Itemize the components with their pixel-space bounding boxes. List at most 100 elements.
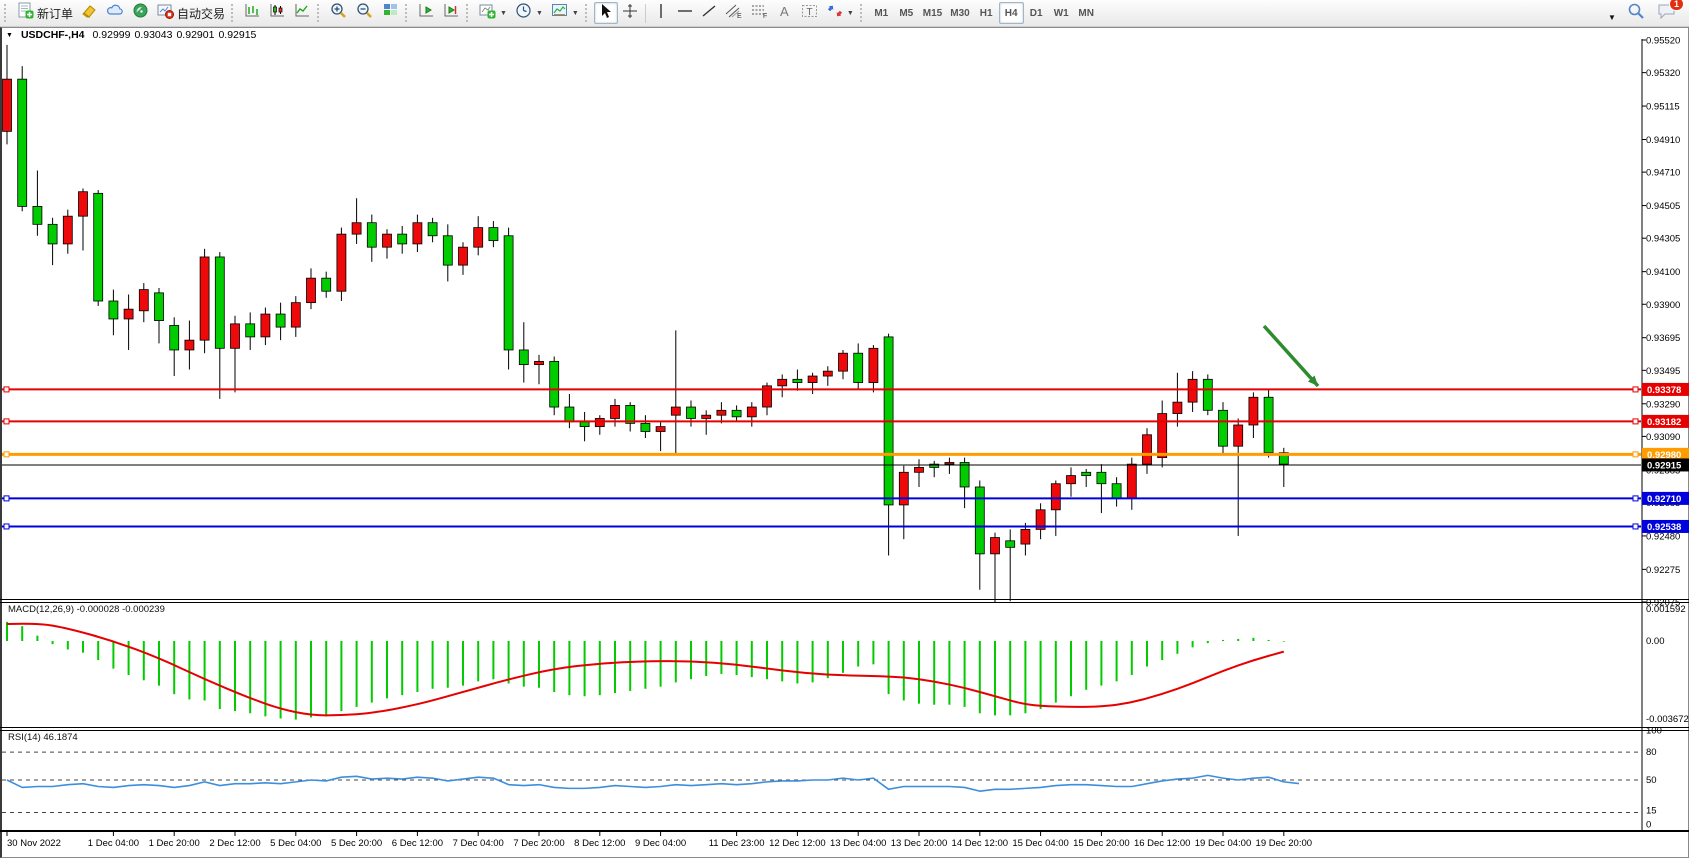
candle-body <box>732 410 741 417</box>
candle-body <box>1173 402 1182 413</box>
candle-body <box>1158 414 1167 458</box>
candle-body <box>915 467 924 472</box>
price-badge-label: 0.92710 <box>1647 494 1681 505</box>
time-tick-label: 13 Dec 04:00 <box>830 838 887 849</box>
time-tick-label: 1 Dec 04:00 <box>88 838 139 849</box>
candle-body <box>991 538 1000 554</box>
time-tick-label: 9 Dec 04:00 <box>635 838 686 849</box>
chart-canvas: 10080501500.0015920.00-0.0036720.955200.… <box>0 0 1689 858</box>
time-tick-label: 15 Dec 20:00 <box>1073 838 1130 849</box>
candle-body <box>519 350 528 365</box>
candle-body <box>960 463 969 487</box>
candle-body <box>413 223 422 244</box>
candle-body <box>1112 484 1121 499</box>
candle-body <box>291 303 300 327</box>
line-handle[interactable] <box>4 496 9 501</box>
candle-body <box>793 379 802 382</box>
candle-body <box>398 234 407 244</box>
time-tick-label: 12 Dec 12:00 <box>769 838 826 849</box>
line-handle[interactable] <box>1633 524 1638 529</box>
application-window: 新订单 自动交易 <box>0 0 1689 858</box>
rsi-indicator-label: RSI(14) 46.1874 <box>8 732 78 743</box>
candle-body <box>580 422 589 427</box>
macd-axis-label: -0.003672 <box>1646 714 1689 725</box>
candle-body <box>702 415 711 418</box>
price-tick-label: 0.93695 <box>1646 333 1680 344</box>
chart-title: ▼ USDCHF-,H4 0.92999 0.93043 0.92901 0.9… <box>6 29 256 41</box>
candle-body <box>474 228 483 248</box>
time-tick-label: 8 Dec 12:00 <box>574 838 625 849</box>
level-lines: 0.933780.931820.929800.929150.927100.925… <box>2 383 1689 533</box>
line-handle[interactable] <box>1633 387 1638 392</box>
price-tick-label: 0.92275 <box>1646 565 1680 576</box>
time-tick-label: 7 Dec 20:00 <box>513 838 564 849</box>
price-tick-label: 0.94710 <box>1646 168 1680 179</box>
candle-body <box>1127 464 1136 498</box>
line-handle[interactable] <box>4 452 9 457</box>
line-handle[interactable] <box>1633 419 1638 424</box>
time-tick-label: 19 Dec 04:00 <box>1195 838 1252 849</box>
time-tick-label: 15 Dec 04:00 <box>1012 838 1069 849</box>
price-badge-label: 0.93182 <box>1647 417 1681 428</box>
time-tick-label: 7 Dec 04:00 <box>453 838 504 849</box>
time-tick-label: 30 Nov 2022 <box>7 838 61 849</box>
macd-signal-value: -0.000239 <box>122 604 165 615</box>
candle-body <box>124 309 133 319</box>
candle-body <box>276 314 285 327</box>
price-tick-label: 0.95520 <box>1646 36 1680 47</box>
candle-body <box>656 427 665 432</box>
price-badge-label: 0.92538 <box>1647 522 1681 533</box>
price-tick-label: 0.94910 <box>1646 135 1680 146</box>
candle-body <box>307 278 316 302</box>
price-tick-label: 0.93900 <box>1646 300 1680 311</box>
price-badge-label: 0.93378 <box>1647 385 1681 396</box>
rsi-axis-label: 100 <box>1646 726 1662 737</box>
candle-body <box>687 407 696 418</box>
candle-body <box>139 290 148 311</box>
price-tick-label: 0.93290 <box>1646 399 1680 410</box>
line-handle[interactable] <box>1633 452 1638 457</box>
candle-body <box>246 324 255 337</box>
time-tick-label: 16 Dec 12:00 <box>1134 838 1191 849</box>
candle-body <box>1006 541 1015 548</box>
price-tick-label: 0.92075 <box>1646 597 1680 608</box>
trend-arrow[interactable] <box>1264 326 1318 386</box>
candle-body <box>808 376 817 383</box>
candle-body <box>854 353 863 382</box>
candle-body <box>428 223 437 236</box>
price-tick-label: 0.95320 <box>1646 68 1680 79</box>
line-handle[interactable] <box>1633 496 1638 501</box>
candle-body <box>94 193 103 301</box>
candle-body <box>170 325 179 349</box>
time-tick-label: 2 Dec 12:00 <box>209 838 260 849</box>
candle-body <box>869 348 878 382</box>
macd-axis-label: 0.00 <box>1646 636 1665 647</box>
price-tick-label: 0.93495 <box>1646 366 1680 377</box>
candle-body <box>1082 472 1091 475</box>
macd-panel: 0.0015920.00-0.003672 <box>7 604 1689 725</box>
candle-body <box>1067 476 1076 484</box>
quote-low: 0.92901 <box>176 29 214 41</box>
quote-open: 0.92999 <box>93 29 131 41</box>
candle-body <box>367 223 376 247</box>
rsi-axis-label: 80 <box>1646 747 1657 758</box>
chart-title-expander-icon[interactable]: ▼ <box>6 32 13 39</box>
candle-body <box>322 278 331 291</box>
candle-body <box>337 234 346 291</box>
line-handle[interactable] <box>4 524 9 529</box>
candle-body <box>671 407 680 415</box>
candle-body <box>899 472 908 505</box>
candle-body <box>489 228 498 241</box>
line-handle[interactable] <box>4 419 9 424</box>
price-tick-label: 0.92480 <box>1646 531 1680 542</box>
line-handle[interactable] <box>4 387 9 392</box>
price-tick-label: 0.94505 <box>1646 201 1680 212</box>
time-tick-label: 13 Dec 20:00 <box>891 838 948 849</box>
candle-body <box>565 407 574 422</box>
rsi-panel: 1008050150 <box>2 726 1662 831</box>
candle-body <box>595 418 604 426</box>
candle-body <box>231 324 240 348</box>
candle-body <box>215 257 224 348</box>
candle-body <box>48 224 57 244</box>
candle-body <box>155 293 164 321</box>
